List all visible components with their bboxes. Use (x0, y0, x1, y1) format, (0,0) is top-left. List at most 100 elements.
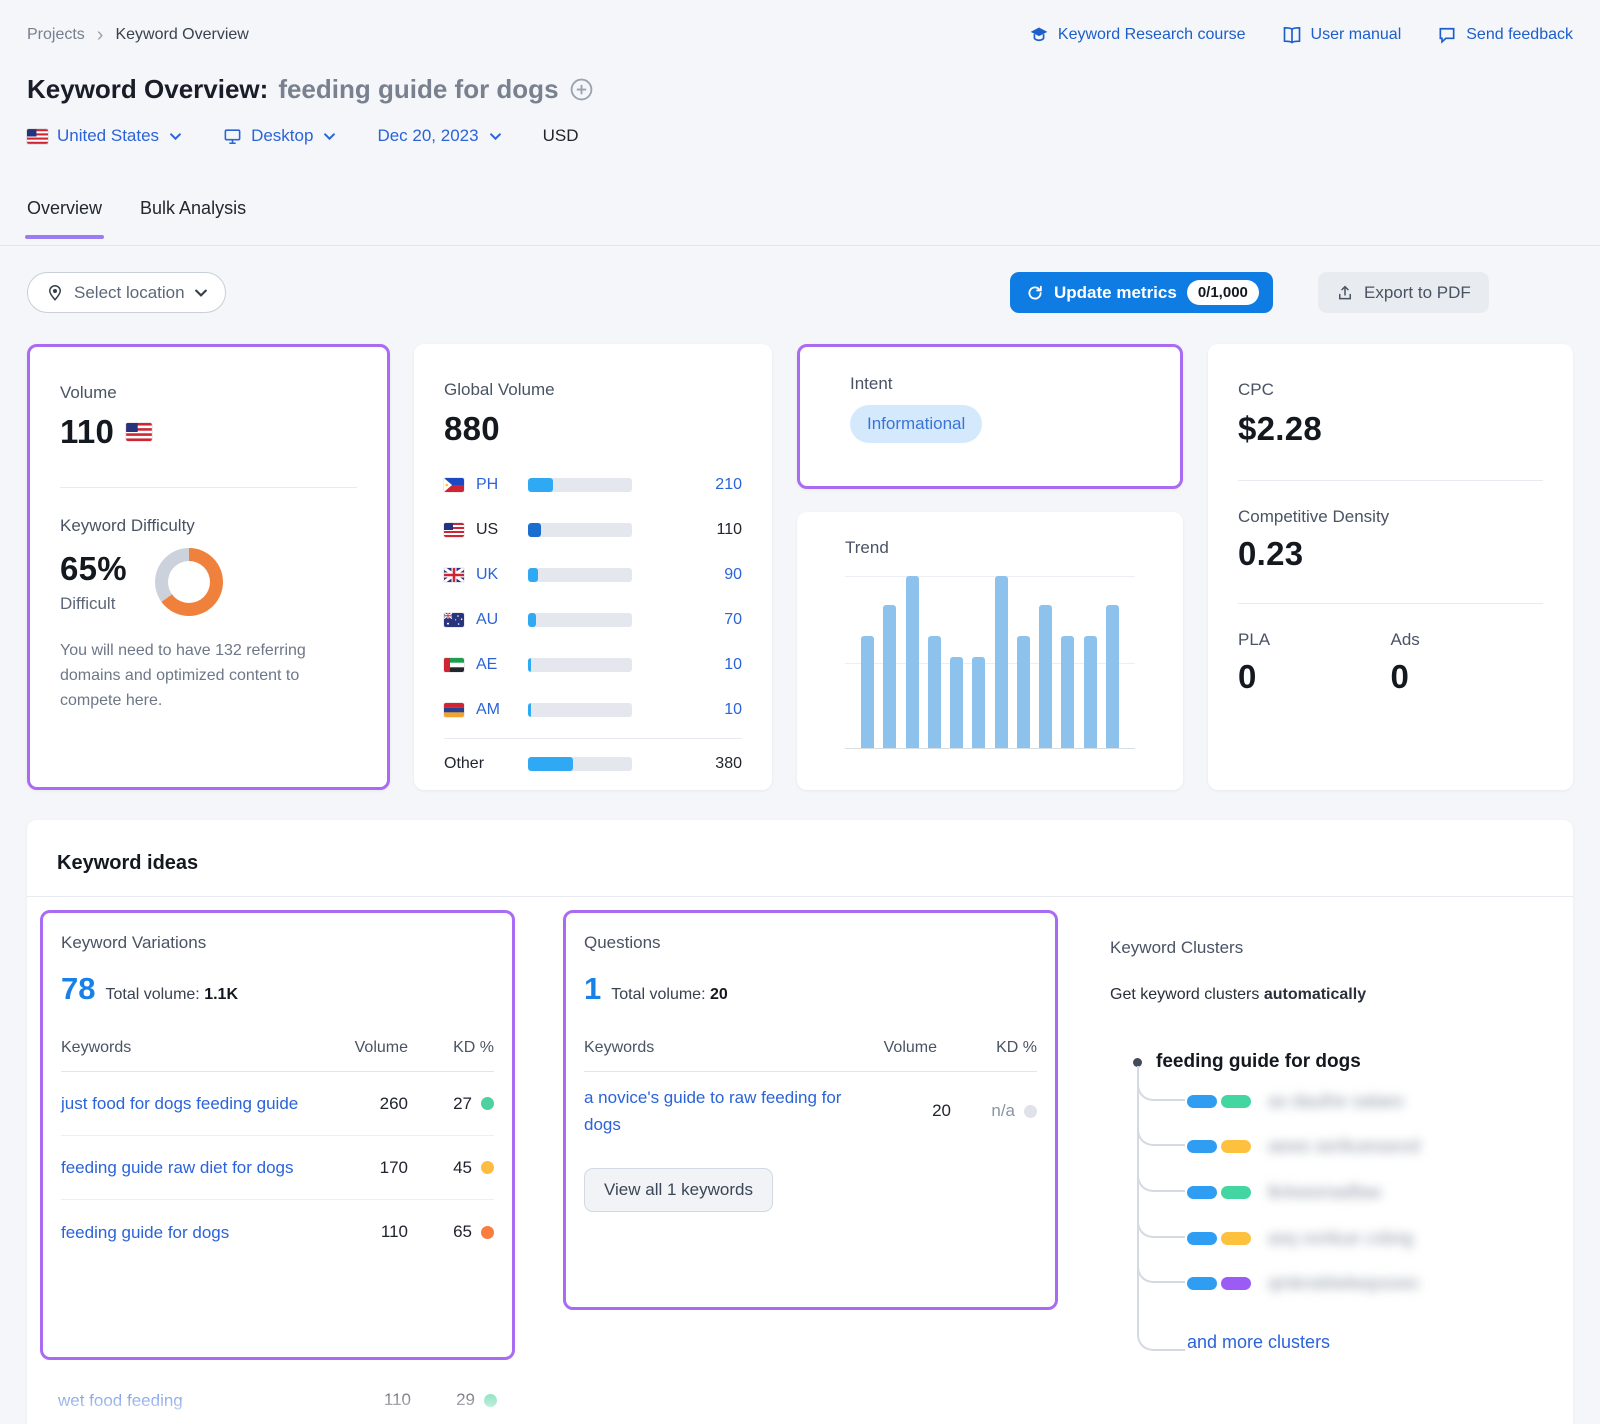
cluster-item[interactable]: asq xonkue cxbng (1187, 1222, 1413, 1254)
add-keyword-icon[interactable] (569, 77, 594, 102)
volume-value: 110 (60, 413, 114, 451)
cluster-root: feeding guide for dogs (1133, 1051, 1361, 1073)
questions-count: 1 (584, 971, 601, 1007)
keyword-ideas-card: Keyword ideas Keyword Variations 78 Tota… (27, 820, 1573, 1424)
country-volume-bar (528, 523, 632, 537)
update-metrics-button[interactable]: Update metrics 0/1,000 (1010, 272, 1273, 313)
intent-card: Intent Informational (797, 344, 1183, 489)
us-flag-icon (27, 129, 48, 144)
ae-flag-icon (444, 658, 466, 672)
keyword-variations-count: 78 (61, 971, 95, 1007)
global-volume-rows: PH210US110 UK 90 AU 70 AE 10 AM10 (444, 462, 742, 732)
variations-column-headers: Keywords Volume KD % (61, 1039, 494, 1072)
page-title-keyword: feeding guide for dogs (278, 74, 558, 105)
page-title: Keyword Overview: feeding guide for dogs (27, 74, 594, 105)
intent-title: Intent (850, 374, 1130, 394)
global-volume-row: US110 (444, 507, 742, 552)
send-feedback-link[interactable]: Send feedback (1437, 25, 1573, 45)
chevron-down-icon (324, 133, 335, 140)
cluster-pills-icon (1187, 1186, 1251, 1199)
device-filter[interactable]: Desktop (223, 126, 335, 146)
keyword-link[interactable]: a novice's guide to raw feeding for dogs (584, 1084, 879, 1138)
tab-overview[interactable]: Overview (27, 198, 102, 237)
location-filter[interactable]: United States (27, 126, 181, 146)
volume-card: Volume 110 Keyword Difficulty 65% Diffic… (27, 344, 390, 790)
keyword-link[interactable]: feeding guide raw diet for dogs (61, 1154, 336, 1181)
trend-bar (883, 605, 896, 748)
export-to-pdf-label: Export to PDF (1364, 283, 1471, 303)
uk-flag-icon (444, 568, 466, 582)
cluster-pills-icon (1187, 1277, 1251, 1290)
cluster-label-blurred: asq xonkue cxbng (1268, 1228, 1413, 1249)
country-volume-bar (528, 568, 632, 582)
keyword-difficulty-value: 65% (60, 550, 127, 588)
global-volume-value: 880 (444, 410, 742, 448)
keyword-difficulty-title: Keyword Difficulty (60, 516, 357, 536)
volume-cell: 260 (336, 1094, 408, 1114)
cluster-label-blurred: qmknsklwlwqxsxec (1268, 1273, 1420, 1294)
cluster-item[interactable]: qmknsklwlwqxsxec (1187, 1267, 1420, 1299)
keyword-link[interactable]: wet food feeding (58, 1387, 339, 1414)
trend-title: Trend (845, 538, 1135, 558)
competitive-density-value: 0.23 (1238, 535, 1543, 573)
cluster-branch-line (1137, 1162, 1185, 1192)
keyword-clusters-title: Keyword Clusters (1110, 938, 1243, 958)
volume-title: Volume (60, 383, 357, 403)
country-code-link[interactable]: AU (476, 611, 528, 629)
country-volume-value: 10 (632, 656, 742, 674)
global-volume-row: AE 10 (444, 642, 742, 687)
keyword-table-row: feeding guide raw diet for dogs17045 (61, 1136, 494, 1200)
book-icon (1282, 25, 1302, 45)
other-label: Other (444, 755, 528, 773)
questions-column-headers: Keywords Volume KD % (584, 1039, 1037, 1072)
filters-bar: United States Desktop Dec 20, 2023 USD (27, 126, 578, 146)
device-filter-label: Desktop (251, 126, 313, 146)
trend-bar (906, 576, 919, 748)
cluster-label-blurred: as dauthe salaex (1268, 1091, 1404, 1112)
ph-flag-icon (444, 478, 466, 492)
breadcrumb-current: Keyword Overview (115, 26, 248, 44)
tab-bulk-analysis[interactable]: Bulk Analysis (140, 198, 246, 237)
keyword-table-row: just food for dogs feeding guide26027 (61, 1072, 494, 1136)
view-all-keywords-button[interactable]: View all 1 keywords (584, 1168, 773, 1212)
keyword-link[interactable]: feeding guide for dogs (61, 1219, 336, 1246)
date-filter[interactable]: Dec 20, 2023 (377, 126, 500, 146)
user-manual-link[interactable]: User manual (1282, 25, 1402, 45)
cpc-title: CPC (1238, 380, 1543, 400)
country-code-link[interactable]: AE (476, 656, 528, 674)
keyword-research-course-link[interactable]: Keyword Research course (1029, 25, 1246, 45)
location-filter-label: United States (57, 126, 159, 146)
us-flag-icon (126, 423, 152, 441)
cluster-branch-line (1137, 1071, 1185, 1101)
cluster-item[interactable]: lkrkwsmadfaw (1187, 1176, 1381, 1208)
more-clusters-link[interactable]: and more clusters (1187, 1332, 1330, 1353)
cluster-pills-icon (1187, 1140, 1251, 1153)
trend-bar (1084, 636, 1097, 748)
country-volume-value: 70 (632, 611, 742, 629)
global-volume-row: AM10 (444, 687, 742, 732)
ads-value: 0 (1391, 658, 1544, 696)
breadcrumb-projects[interactable]: Projects (27, 26, 85, 44)
kd-dot (481, 1226, 494, 1239)
top-link-label: User manual (1311, 26, 1402, 44)
export-to-pdf-button[interactable]: Export to PDF (1318, 272, 1489, 313)
cluster-item[interactable]: aews serikuesaxxd (1187, 1130, 1420, 1162)
country-volume-value: 90 (632, 566, 742, 584)
top-link-label: Keyword Research course (1058, 26, 1246, 44)
global-volume-row: PH210 (444, 462, 742, 507)
keyword-clusters-section: Keyword Clusters Get keyword clusters au… (1110, 908, 1560, 1388)
country-code-link[interactable]: PH (476, 476, 528, 494)
keyword-table-row: feeding guide for dogs11065 (61, 1200, 494, 1264)
volume-cell: 170 (336, 1158, 408, 1178)
select-location-dropdown[interactable]: Select location (27, 272, 226, 313)
country-volume-bar (528, 703, 632, 717)
location-pin-icon (46, 284, 64, 302)
country-code-link[interactable]: AM (476, 701, 528, 719)
country-code-link[interactable]: UK (476, 566, 528, 584)
country-volume-bar (528, 478, 632, 492)
keyword-link[interactable]: just food for dogs feeding guide (61, 1090, 336, 1117)
trend-bar (972, 657, 985, 748)
cluster-branch-line (1137, 1116, 1185, 1146)
cluster-item[interactable]: as dauthe salaex (1187, 1085, 1404, 1117)
global-volume-row: UK 90 (444, 552, 742, 597)
